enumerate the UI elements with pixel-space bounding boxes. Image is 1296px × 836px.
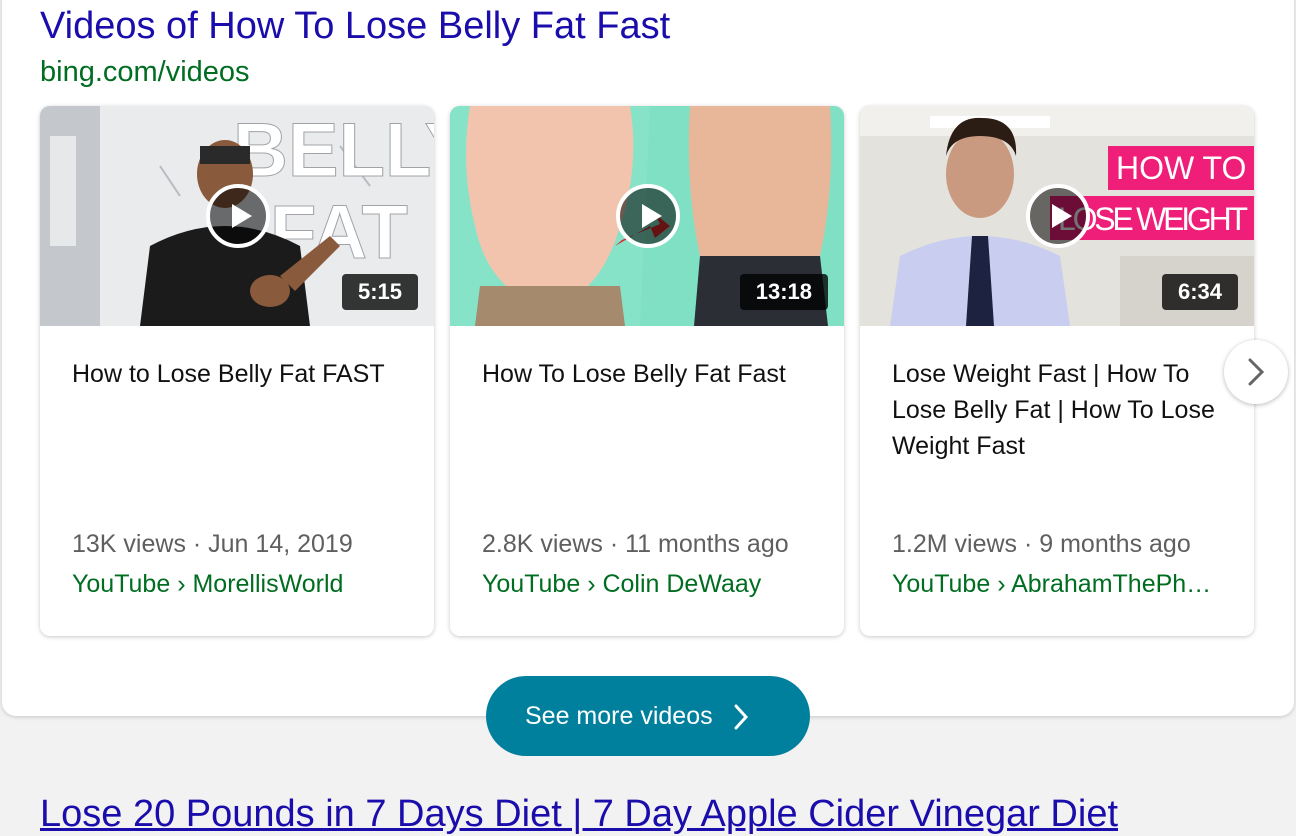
- video-thumbnail[interactable]: 13:18: [450, 106, 844, 326]
- video-duration: 6:34: [1161, 274, 1238, 310]
- video-title[interactable]: How to Lose Belly Fat FAST: [72, 356, 412, 392]
- video-card-3[interactable]: HOW TO LOSE WEIGHT 6:34 Lose Weight Fast…: [860, 106, 1254, 636]
- chevron-right-icon: [1248, 358, 1265, 386]
- video-meta: 13K views · Jun 14, 2019: [72, 530, 353, 558]
- video-duration: 5:15: [341, 274, 418, 310]
- video-channel: YouTube › AbrahamThePh…: [892, 570, 1212, 598]
- video-meta: 1.2M views · 9 months ago: [892, 530, 1191, 558]
- video-channel: YouTube › MorellisWorld: [72, 570, 344, 598]
- thumb-text-belly: BELLY: [233, 108, 434, 193]
- play-icon[interactable]: [206, 184, 270, 248]
- video-thumbnail[interactable]: HOW TO LOSE WEIGHT 6:34: [860, 106, 1254, 326]
- play-icon[interactable]: [616, 184, 680, 248]
- carousel-next-button[interactable]: [1224, 340, 1288, 404]
- video-duration: 13:18: [739, 274, 828, 310]
- section-title-link[interactable]: Videos of How To Lose Belly Fat Fast: [40, 4, 670, 48]
- see-more-videos-button[interactable]: See more videos: [486, 676, 810, 756]
- video-card-2[interactable]: 13:18 How To Lose Belly Fat Fast 2.8K vi…: [450, 106, 844, 636]
- video-meta: 2.8K views · 11 months ago: [482, 530, 789, 558]
- video-card-1[interactable]: BELLY FAT 5:15 How to Lose Belly Fat FAS…: [40, 106, 434, 636]
- video-channel: YouTube › Colin DeWaay: [482, 570, 762, 598]
- see-more-label: See more videos: [525, 701, 713, 730]
- video-thumbnail[interactable]: BELLY FAT 5:15: [40, 106, 434, 326]
- play-icon[interactable]: [1026, 184, 1090, 248]
- chevron-right-icon: [734, 704, 749, 730]
- video-title[interactable]: How To Lose Belly Fat Fast: [482, 356, 822, 392]
- video-title[interactable]: Lose Weight Fast | How To Lose Belly Fat…: [892, 356, 1232, 464]
- next-result-title-link[interactable]: Lose 20 Pounds in 7 Days Diet | 7 Day Ap…: [40, 792, 1118, 836]
- source-url: bing.com/videos: [40, 56, 250, 88]
- thumb-text-how-to: HOW TO: [1116, 150, 1246, 186]
